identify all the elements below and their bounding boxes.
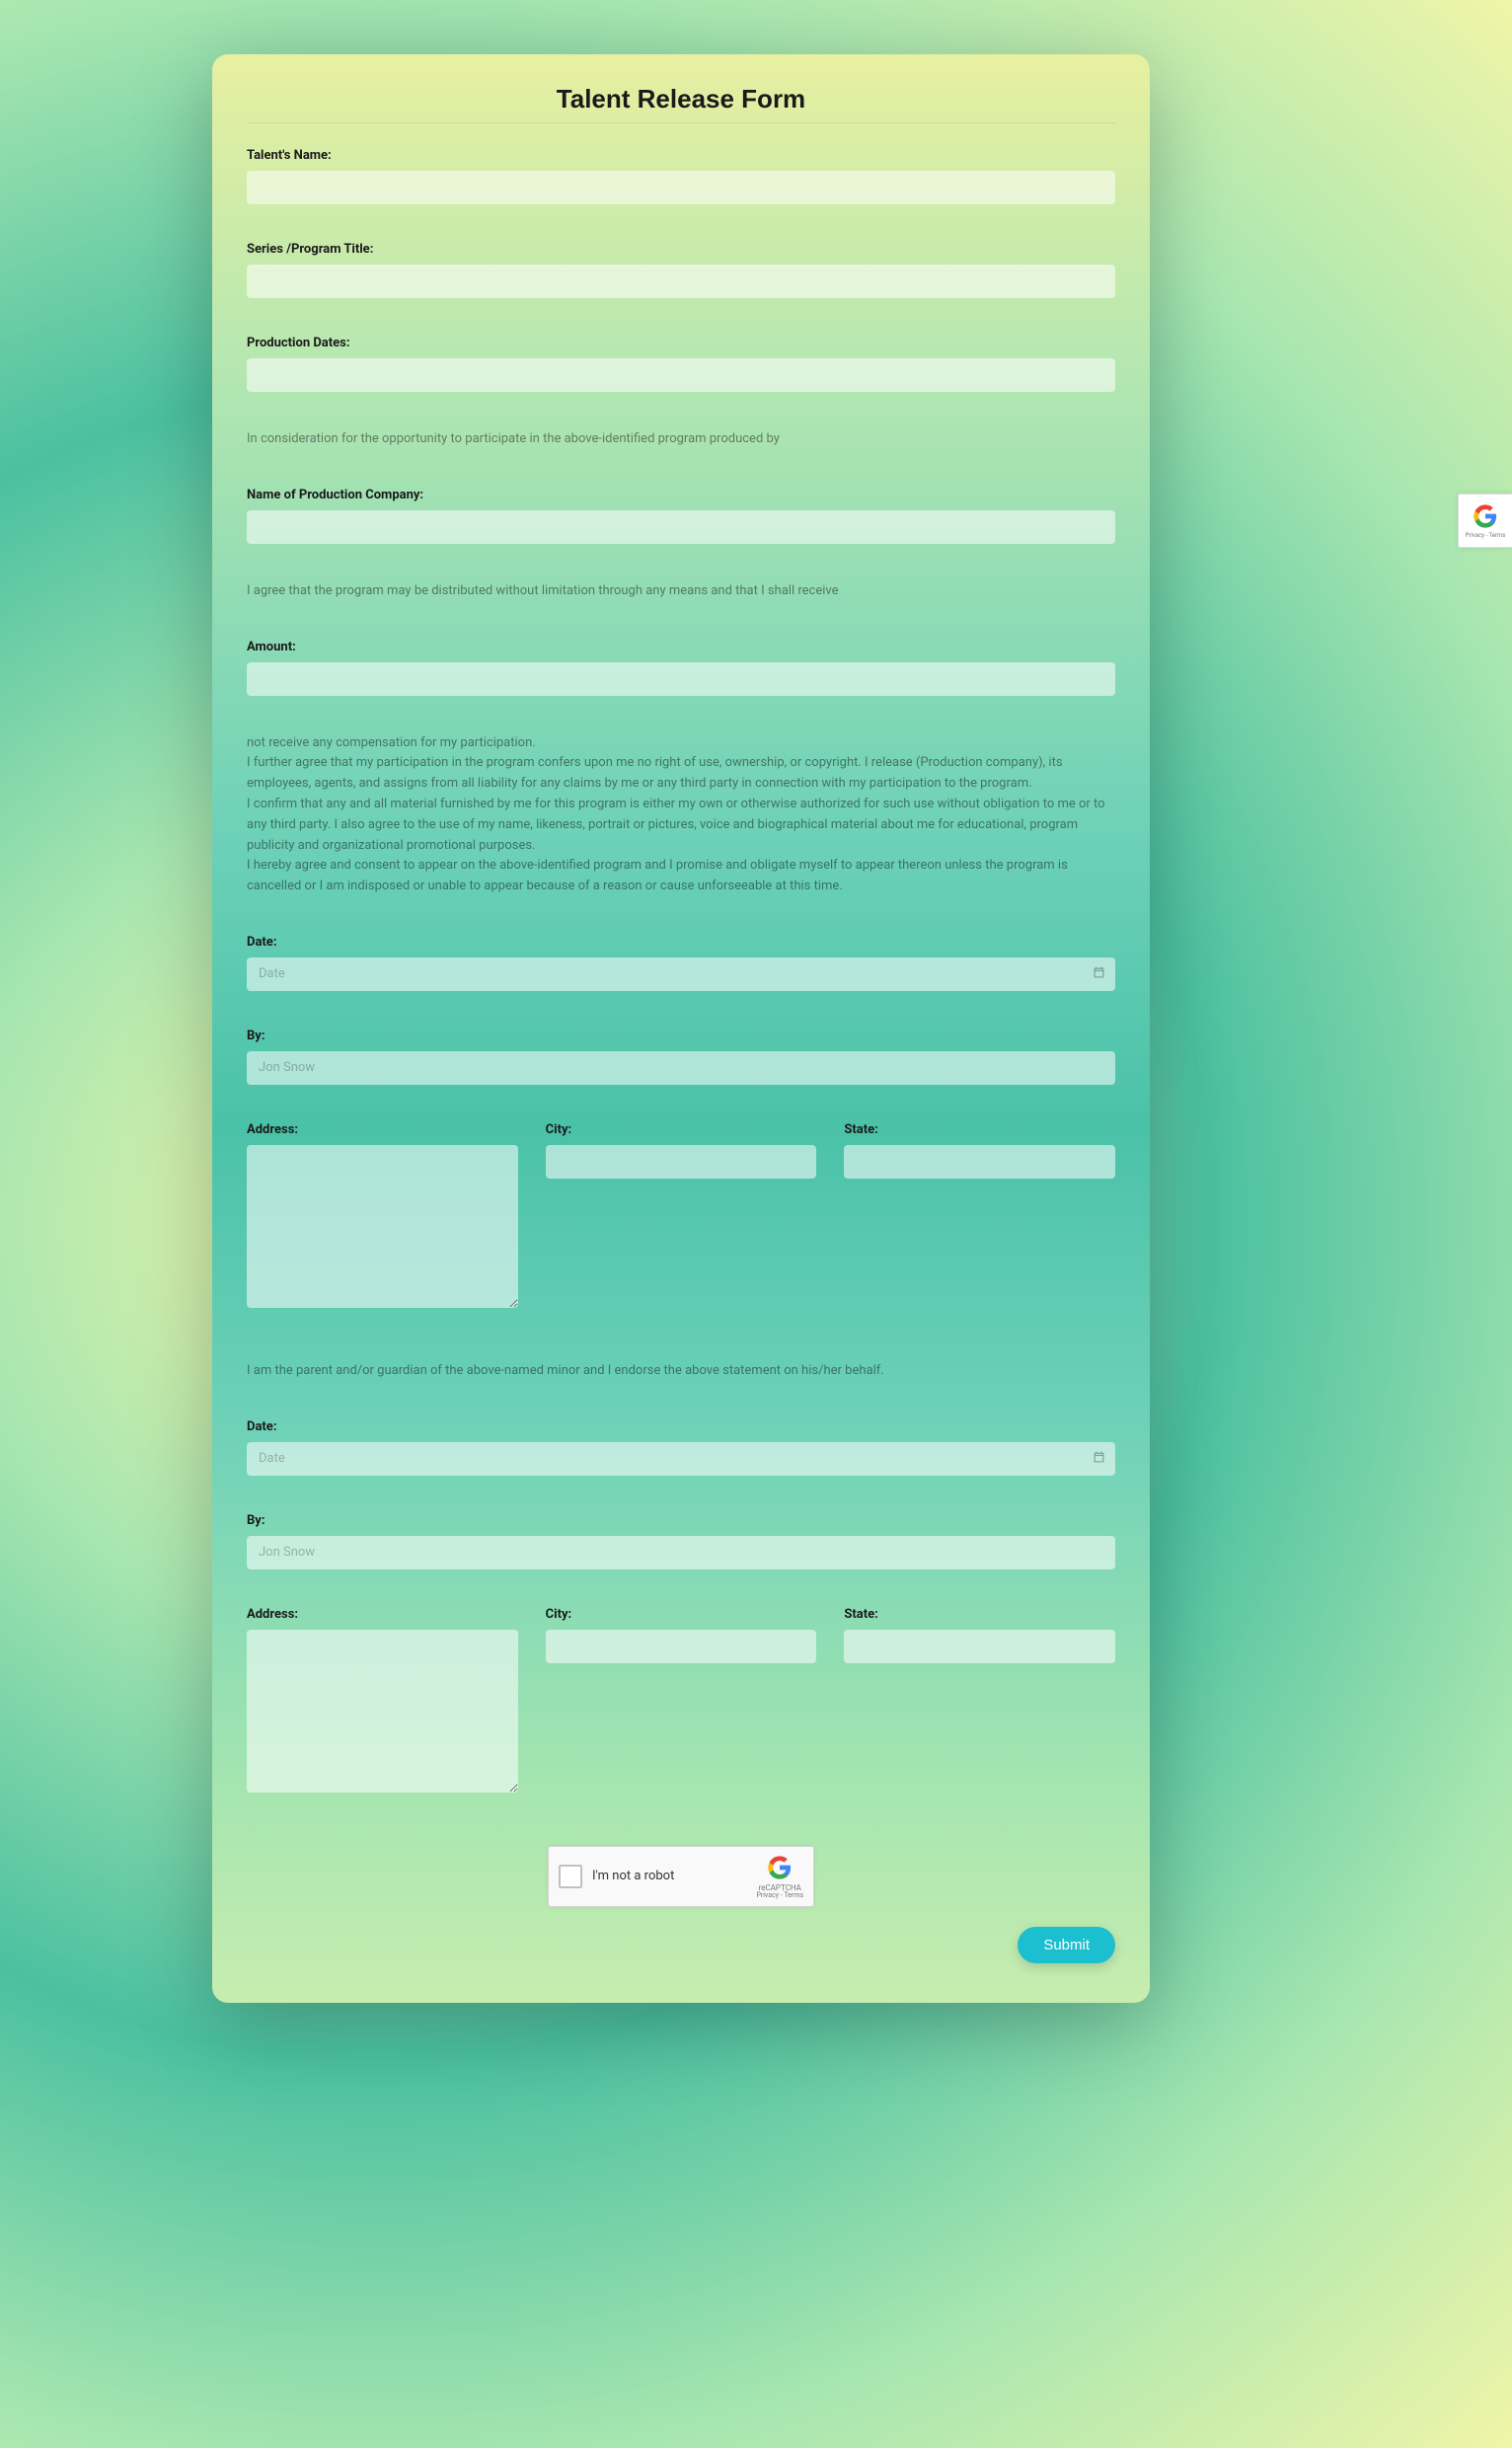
address1-label: Address: [247,1122,518,1137]
series-title-input[interactable] [247,265,1115,298]
talent-name-input[interactable] [247,171,1115,204]
amount-input[interactable] [247,662,1115,696]
state2-input[interactable] [844,1630,1115,1663]
submit-button[interactable]: Submit [1018,1927,1115,1963]
date1-input[interactable] [247,957,1115,991]
terms-text: not receive any compensation for my part… [247,733,1115,897]
production-dates-label: Production Dates: [247,336,1115,350]
recaptcha-privacy-terms[interactable]: Privacy - Terms [756,1892,803,1899]
agree-distribute-text: I agree that the program may be distribu… [247,581,1115,602]
date2-input[interactable] [247,1442,1115,1476]
city2-label: City: [546,1607,817,1622]
by2-label: By: [247,1513,1115,1528]
form-title: Talent Release Form [247,84,1115,115]
state1-label: State: [844,1122,1115,1137]
state2-label: State: [844,1607,1115,1622]
production-dates-input[interactable] [247,358,1115,392]
guardian-statement-text: I am the parent and/or guardian of the a… [247,1361,1115,1382]
date1-label: Date: [247,935,1115,950]
city1-input[interactable] [546,1145,817,1179]
state1-input[interactable] [844,1145,1115,1179]
title-divider [247,122,1115,123]
by1-input[interactable] [247,1051,1115,1085]
production-company-label: Name of Production Company: [247,488,1115,502]
recaptcha-label: I'm not a robot [592,1869,746,1883]
recaptcha-widget[interactable]: I'm not a robot reCAPTCHA Privacy - Term… [548,1846,814,1907]
address2-input[interactable] [247,1630,518,1793]
talent-name-label: Talent's Name: [247,148,1115,163]
recaptcha-checkbox[interactable] [559,1865,582,1888]
address1-input[interactable] [247,1145,518,1308]
date2-label: Date: [247,1419,1115,1434]
series-title-label: Series /Program Title: [247,242,1115,257]
consideration-text: In consideration for the opportunity to … [247,429,1115,450]
address2-label: Address: [247,1607,518,1622]
talent-release-form: Talent Release Form Talent's Name: Serie… [212,54,1150,2003]
recaptcha-logo: reCAPTCHA Privacy - Terms [756,1854,803,1899]
by1-label: By: [247,1029,1115,1043]
amount-label: Amount: [247,640,1115,654]
by2-input[interactable] [247,1536,1115,1569]
recaptcha-badge[interactable]: Privacy - Terms [1458,494,1512,548]
production-company-input[interactable] [247,510,1115,544]
recaptcha-badge-privacy[interactable]: Privacy - Terms [1466,532,1506,539]
city1-label: City: [546,1122,817,1137]
city2-input[interactable] [546,1630,817,1663]
